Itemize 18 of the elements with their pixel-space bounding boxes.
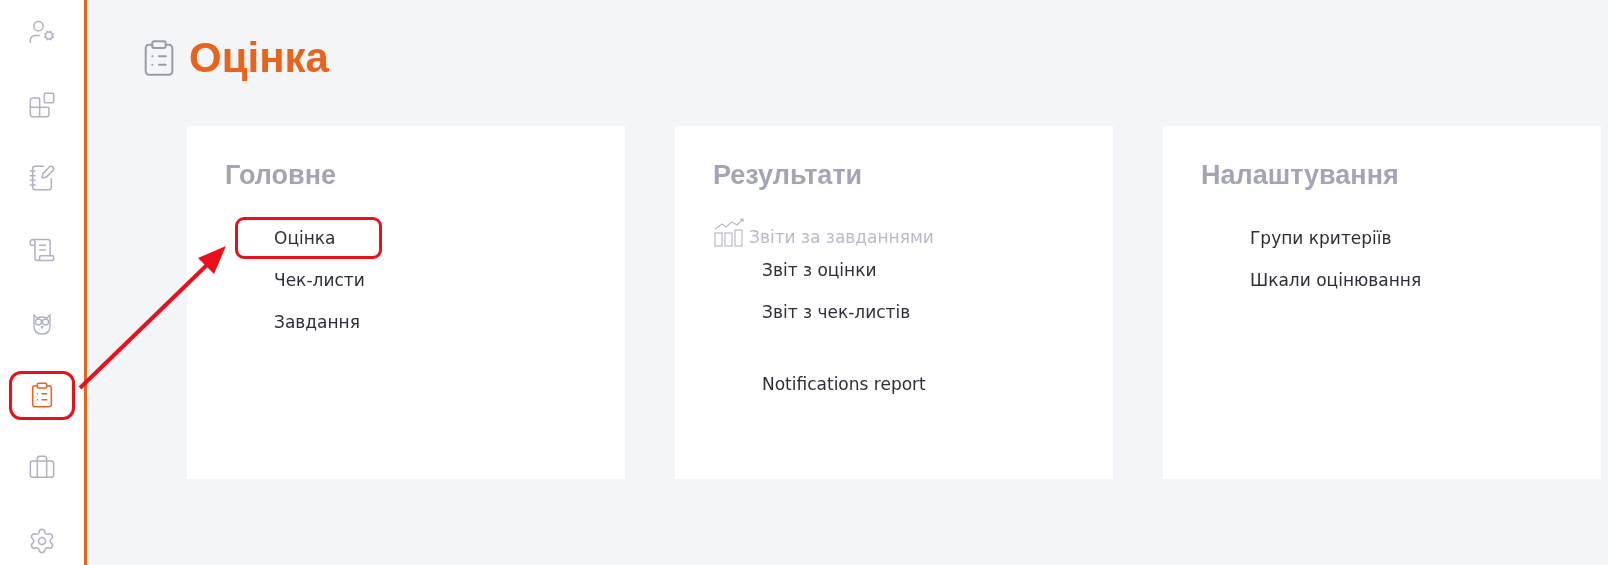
card-title: Результати <box>713 160 864 191</box>
section-label: Звіти за завданнями <box>749 227 934 247</box>
blocks-icon <box>28 90 56 119</box>
notebook-icon <box>28 163 56 192</box>
menu-link[interactable]: Чек-листи <box>235 259 412 301</box>
sidebar-button[interactable] <box>9 371 75 420</box>
menu-link[interactable]: Завдання <box>235 301 407 343</box>
card-title: Налаштування <box>1201 160 1400 191</box>
page-title: Оцінка <box>189 34 329 82</box>
menu-link[interactable]: Групи критеріїв <box>1211 217 1439 259</box>
menu-link[interactable]: Оцінка <box>235 217 383 259</box>
menu-link[interactable]: Шкали оцінювання <box>1211 259 1469 301</box>
bar-chart-icon <box>713 217 745 247</box>
menu-link[interactable]: Звіт з оцінки <box>723 249 924 291</box>
card-title: Головне <box>225 160 337 191</box>
menu-link[interactable]: Звіт з чек-листів <box>723 291 958 333</box>
settings-icon <box>28 526 56 555</box>
menu-link[interactable]: Notifications report <box>723 363 973 405</box>
